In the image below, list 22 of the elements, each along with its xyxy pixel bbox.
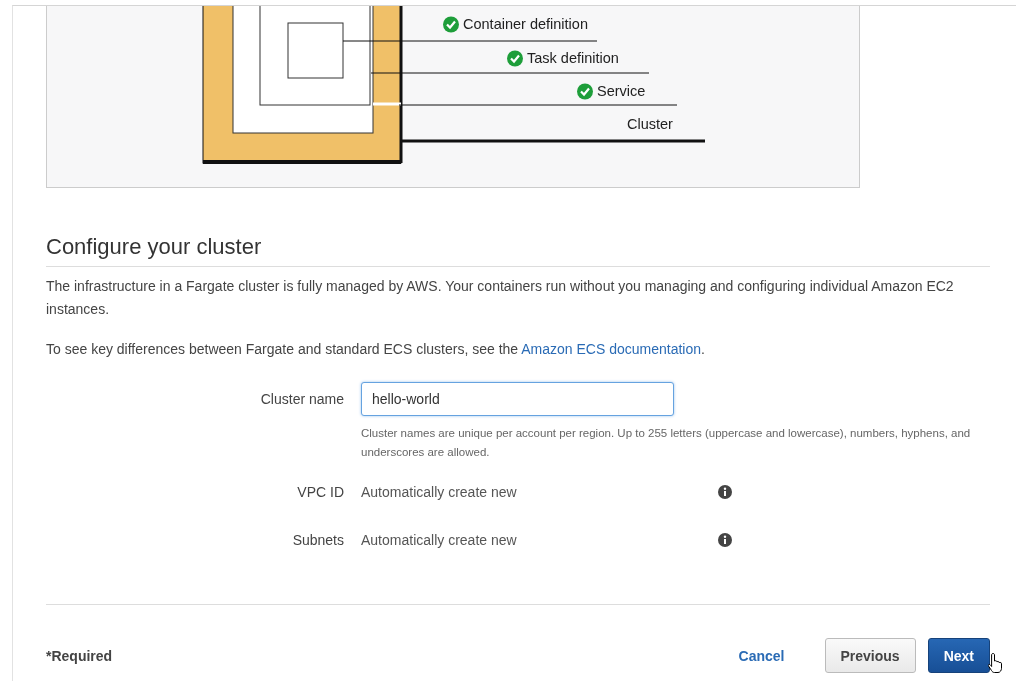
required-note: *Required [46,647,114,664]
note-text: To see key differences between Fargate and standard ECS clusters, see the Amazon ECS documentation. [46,340,706,359]
field-label: VPC ID [296,484,344,500]
diagram-label: Task definition [527,50,619,66]
intro-text: The infrastructure in a Fargate cluster is fully managed by AWS. Your containers run without you managing and configuring individual Amazon EC2 instances. [46,277,955,319]
cluster-name-field[interactable]: hello-world [361,382,674,416]
info-icon[interactable] [718,485,732,499]
cancel-link[interactable]: Cancel [738,647,785,664]
field-hint: Cluster names are unique per account per region. Up to 255 letters (uppercase and lowercase), numbers, hyphens, and underscores are allowed. [361,426,972,460]
diagram-label: Container definition [463,16,588,32]
previous-button[interactable]: Previous [824,638,916,673]
field-value: Automatically create new [361,484,518,500]
documentation-link[interactable]: Amazon ECS documentation [521,341,701,357]
info-icon[interactable] [718,533,732,547]
field-label: Cluster name [259,391,344,407]
hand-cursor-icon [988,652,1004,674]
diagram-label: Cluster [627,116,673,132]
diagram-label: Service [597,83,646,99]
section-title: Configure your cluster [46,234,990,267]
field-label: Subnets [291,532,344,548]
field-value: Automatically create new [361,532,518,548]
next-button[interactable]: Next [927,638,990,673]
